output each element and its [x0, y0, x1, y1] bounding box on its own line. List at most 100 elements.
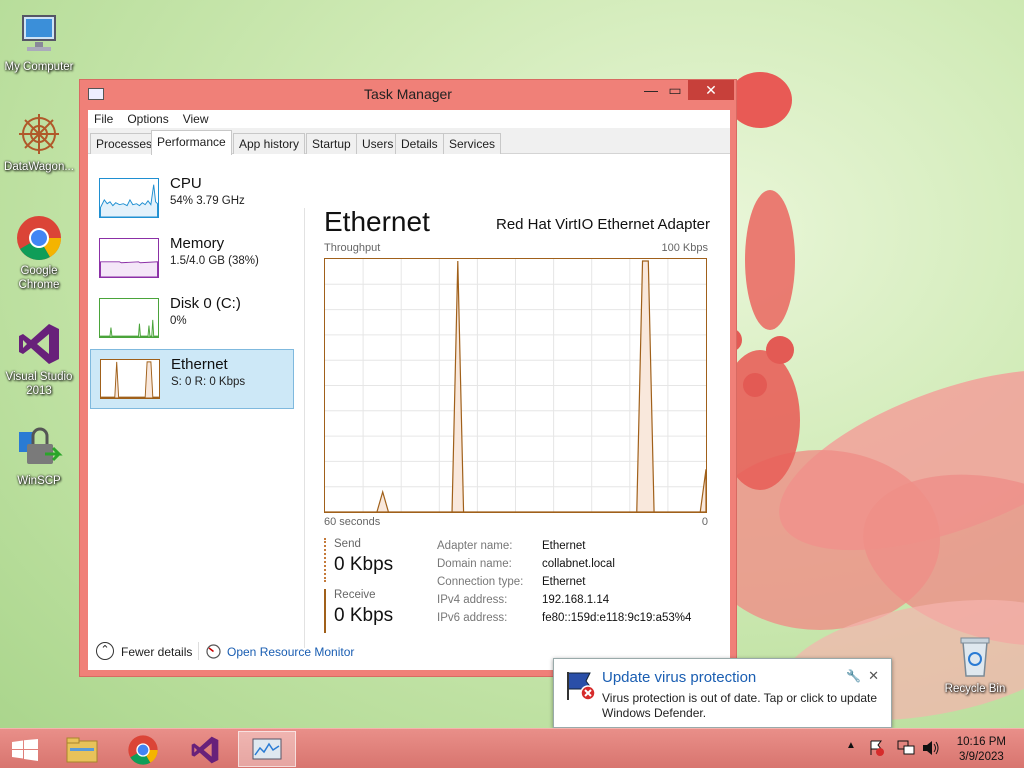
- desktop-icon-label: WinSCP: [17, 475, 61, 487]
- menu-file[interactable]: File: [94, 112, 113, 128]
- resource-sub: 54% 3.79 GHz: [170, 195, 245, 207]
- resource-sub: 0%: [170, 315, 187, 327]
- taskbar-visual-studio[interactable]: [178, 731, 232, 767]
- detail-title: Ethernet: [324, 206, 430, 237]
- clock-date: 3/9/2023: [959, 751, 1004, 763]
- datawagon-icon: [15, 110, 63, 158]
- tab-performance[interactable]: Performance: [151, 130, 232, 155]
- close-button[interactable]: ✕: [688, 80, 734, 100]
- info-value: Ethernet: [542, 540, 586, 552]
- notification-close-icon[interactable]: ✕: [868, 668, 879, 684]
- menu-view[interactable]: View: [183, 112, 209, 128]
- system-clock[interactable]: 10:16 PM 3/9/2023: [957, 735, 1006, 765]
- cpu-thumbnail: [99, 178, 159, 218]
- desktop-icon-label: DataWagon...: [4, 161, 74, 173]
- ethernet-detail-pane: Ethernet Red Hat VirtIO Ethernet Adapter…: [324, 154, 714, 633]
- info-value: Ethernet: [542, 576, 586, 588]
- tab-app-history[interactable]: App history: [233, 133, 306, 154]
- desktop-icon-recycle-bin[interactable]: Recycle Bin: [936, 632, 1014, 696]
- tab-processes[interactable]: Processes: [90, 133, 159, 154]
- visual-studio-icon: [191, 736, 219, 764]
- desktop-icon-chrome[interactable]: Google Chrome: [0, 214, 78, 292]
- info-value: fe80::159d:e118:9c19:a53%4: [542, 612, 692, 624]
- defender-flag-icon: [567, 672, 596, 701]
- desktop-icon-winscp[interactable]: WinSCP: [0, 424, 78, 488]
- winscp-icon: [15, 424, 63, 472]
- desktop-icon-label: Google Chrome: [18, 265, 60, 291]
- receive-value: 0 Kbps: [334, 605, 394, 626]
- desktop-icon-label: Recycle Bin: [944, 683, 1006, 695]
- tab-services[interactable]: Services: [443, 133, 502, 154]
- chevron-up-icon[interactable]: ⌃: [96, 642, 114, 660]
- network-icon[interactable]: [897, 740, 915, 756]
- title-bar[interactable]: Task Manager — ▭ ✕: [80, 80, 736, 108]
- resource-label: Ethernet: [171, 356, 228, 373]
- windows-logo-icon: [12, 739, 38, 761]
- computer-icon: [15, 10, 63, 58]
- send-label: Send: [334, 538, 361, 550]
- desktop-icon-visual-studio[interactable]: Visual Studio 2013: [0, 320, 78, 398]
- throughput-graph: [324, 258, 707, 513]
- resource-item-ethernet[interactable]: Ethernet S: 0 R: 0 Kbps: [90, 349, 294, 409]
- receive-stat: Receive 0 Kbps: [324, 589, 424, 633]
- resource-item-cpu[interactable]: CPU 54% 3.79 GHz: [90, 169, 294, 229]
- adapter-name: Red Hat VirtIO Ethernet Adapter: [495, 216, 710, 233]
- minimize-button[interactable]: —: [640, 80, 662, 100]
- menu-options[interactable]: Options: [127, 112, 168, 128]
- desktop-icon-label: My Computer: [4, 61, 74, 73]
- start-button[interactable]: [0, 731, 54, 767]
- defender-notification[interactable]: Update virus protection Virus protection…: [553, 658, 892, 728]
- send-stat: Send 0 Kbps: [324, 538, 424, 582]
- footer-separator: [198, 642, 199, 660]
- resource-item-disk[interactable]: Disk 0 (C:) 0%: [90, 289, 294, 349]
- info-key: IPv6 address:: [437, 612, 508, 624]
- task-manager-window: Task Manager — ▭ ✕ File Options View Pro…: [79, 79, 737, 677]
- resource-sub: S: 0 R: 0 Kbps: [171, 376, 246, 388]
- send-value: 0 Kbps: [334, 554, 394, 575]
- window-title: Task Manager: [364, 86, 452, 102]
- visual-studio-icon: [15, 320, 63, 368]
- taskbar-chrome[interactable]: [116, 731, 170, 767]
- volume-icon[interactable]: [922, 740, 940, 756]
- chrome-icon: [128, 735, 158, 765]
- graph-time-right: 0: [701, 516, 708, 528]
- desktop-icon-label: Visual Studio 2013: [5, 371, 73, 397]
- info-key: IPv4 address:: [437, 594, 508, 606]
- maximize-button[interactable]: ▭: [664, 80, 686, 100]
- wrench-icon[interactable]: 🔧: [846, 669, 861, 683]
- info-value: 192.168.1.14: [542, 594, 610, 606]
- clock-time: 10:16 PM: [956, 736, 1006, 748]
- tab-startup[interactable]: Startup: [306, 133, 357, 154]
- fewer-details-link[interactable]: Fewer details: [121, 645, 192, 659]
- graph-label: Throughput: [324, 242, 381, 254]
- resource-item-memory[interactable]: Memory 1.5/4.0 GB (38%): [90, 229, 294, 289]
- tab-details[interactable]: Details: [395, 133, 444, 154]
- ethernet-thumbnail: [100, 359, 160, 399]
- recycle-bin-icon: [951, 632, 999, 680]
- window-client: File Options View Processes Performance …: [88, 110, 730, 670]
- resource-sub: 1.5/4.0 GB (38%): [170, 255, 259, 267]
- desktop-icon-datawagon[interactable]: DataWagon...: [0, 110, 78, 174]
- tab-users[interactable]: Users: [356, 133, 400, 154]
- info-key: Connection type:: [437, 576, 524, 588]
- pane-divider: [304, 208, 305, 648]
- notification-title: Update virus protection: [602, 669, 757, 686]
- disk-thumbnail: [99, 298, 159, 338]
- taskbar: ▲ 10:16 PM 3/9/2023: [0, 728, 1024, 768]
- graph-max: 100 Kbps: [661, 242, 708, 254]
- memory-thumbnail: [99, 238, 159, 278]
- taskbar-task-manager[interactable]: [238, 731, 296, 767]
- resource-label: Disk 0 (C:): [170, 295, 241, 312]
- notification-body: Virus protection is out of date. Tap or …: [602, 691, 878, 720]
- show-hidden-icons-chevron-up-icon[interactable]: ▲: [846, 740, 856, 751]
- open-resource-monitor-link[interactable]: Open Resource Monitor: [227, 645, 354, 659]
- resource-label: CPU: [170, 175, 202, 192]
- taskbar-file-explorer[interactable]: [56, 731, 110, 767]
- task-manager-icon: [252, 738, 282, 760]
- menu-bar: File Options View: [88, 110, 730, 128]
- chrome-icon: [15, 214, 63, 262]
- info-value: collabnet.local: [542, 558, 615, 570]
- action-center-flag-icon[interactable]: [868, 739, 886, 757]
- wallpaper-flower: [700, 72, 1024, 721]
- desktop-icon-my-computer[interactable]: My Computer: [0, 10, 78, 74]
